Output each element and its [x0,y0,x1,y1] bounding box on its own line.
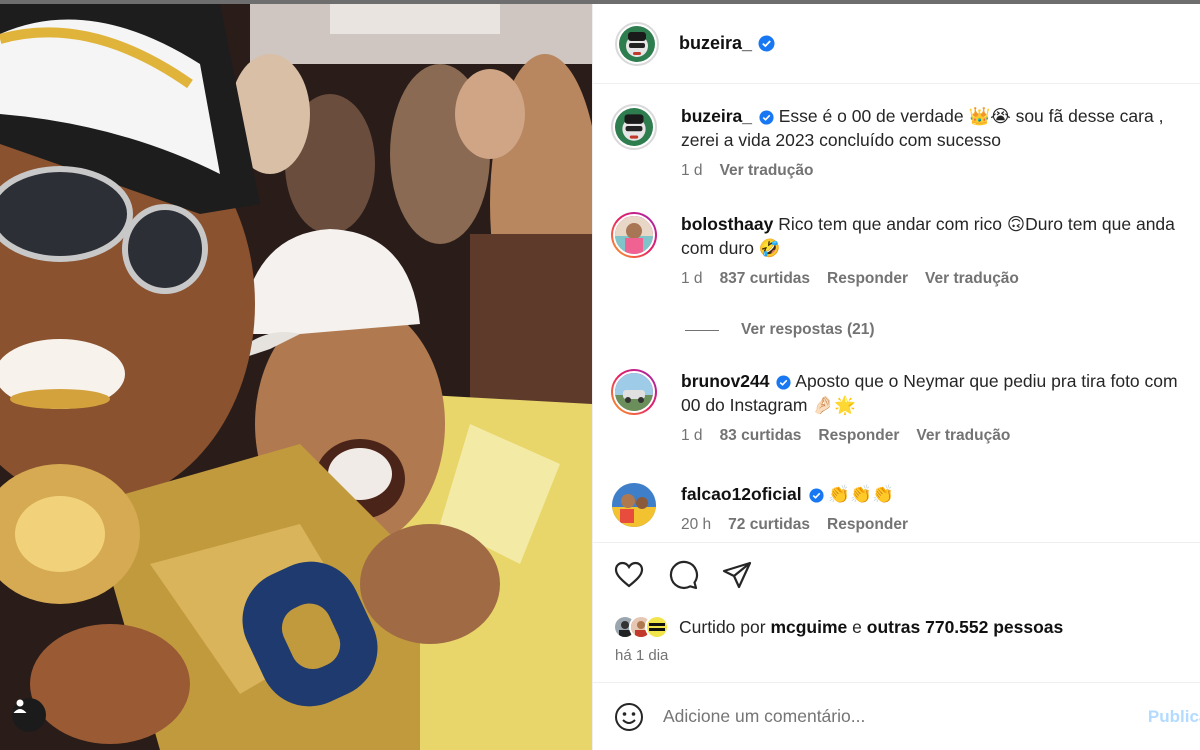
view-replies-button[interactable]: Ver respostas (21) [685,321,875,339]
heart-icon[interactable] [613,559,645,591]
reply-button[interactable]: Responder [818,427,899,445]
author-avatar[interactable] [615,21,659,66]
reply-button[interactable]: Responder [827,270,908,288]
comment-item: brunov244 Aposto que o Neymar que pediu … [611,369,1196,445]
comment-item: bolosthaay Rico tem que andar com rico 🙃… [611,212,1196,288]
add-comment-bar: Publicar [593,682,1200,750]
comment-text: 👏👏👏 [828,484,894,504]
comment-time: 20 h [681,516,712,533]
caption-item: buzeira_ Esse é o 00 de verdade 👑😭 sou f… [611,104,1196,180]
reply-button[interactable]: Responder [827,516,908,534]
comment-likes[interactable]: 72 curtidas [728,516,810,534]
post-date: há 1 dia [615,647,669,664]
profile-avatar-icon [619,25,655,62]
profile-avatar-icon [615,216,653,254]
comment-time: 1 d [681,270,703,287]
post-actions: Curtido por mcguime e outras 770.552 pes… [593,542,1200,682]
comment-likes[interactable]: 83 curtidas [720,427,802,445]
liked-by-prefix: Curtido por [679,616,766,637]
comment-time: 1 d [681,162,703,179]
liked-by: Curtido por mcguime e outras 770.552 pes… [613,615,1063,639]
comment-username[interactable]: bolosthaay [681,214,773,234]
comment-time: 1 d [681,427,703,444]
caption-avatar[interactable] [611,104,657,150]
profile-avatar-icon [612,483,656,527]
commenter-avatar[interactable] [611,369,657,415]
emoji-icon[interactable] [613,701,645,733]
post-photo[interactable] [0,4,592,750]
comment-likes[interactable]: 837 curtidas [720,270,810,288]
author-username[interactable]: buzeira_ [679,33,752,54]
liked-by-user[interactable]: mcguime [770,617,847,638]
post-comment-button[interactable]: Publicar [1148,707,1200,727]
tagged-users-button[interactable] [12,698,46,732]
verified-badge-icon [776,375,791,390]
liker-avatar [645,615,669,639]
post-photo-illustration [0,4,592,750]
share-icon[interactable] [721,559,753,591]
view-replies-label: Ver respostas (21) [741,321,875,338]
post-header: buzeira_ [593,4,1200,84]
translate-link[interactable]: Ver tradução [720,162,814,180]
verified-badge-icon [759,110,774,125]
replies-divider [685,329,719,331]
translate-link[interactable]: Ver tradução [925,270,1019,288]
comment-username[interactable]: brunov244 [681,371,770,391]
comment-username[interactable]: buzeira_ [681,106,752,126]
post-side-panel: buzeira_ buzeira_ Esse é o 00 de verdade… [592,4,1200,750]
liked-by-conj: e [852,616,862,637]
verified-badge-icon [758,35,775,52]
comment-item: falcao12oficial 👏👏👏 20 h 72 curtidas Res… [611,482,1196,534]
comment-input[interactable] [663,706,1133,727]
liker-avatars[interactable] [613,615,669,639]
profile-avatar-icon [615,108,653,146]
commenter-avatar[interactable] [611,482,657,528]
comment-username[interactable]: falcao12oficial [681,484,802,504]
comment-icon[interactable] [667,559,699,591]
comment-text: Esse é o 00 de verdade 👑😭 sou fã desse c… [681,106,1164,150]
user-icon [13,699,27,713]
comments-list[interactable]: buzeira_ Esse é o 00 de verdade 👑😭 sou f… [593,84,1200,542]
verified-badge-icon [808,488,824,503]
liked-by-others[interactable]: outras 770.552 pessoas [867,617,1064,638]
profile-avatar-icon [615,373,653,411]
translate-link[interactable]: Ver tradução [916,427,1010,445]
commenter-avatar[interactable] [611,212,657,258]
